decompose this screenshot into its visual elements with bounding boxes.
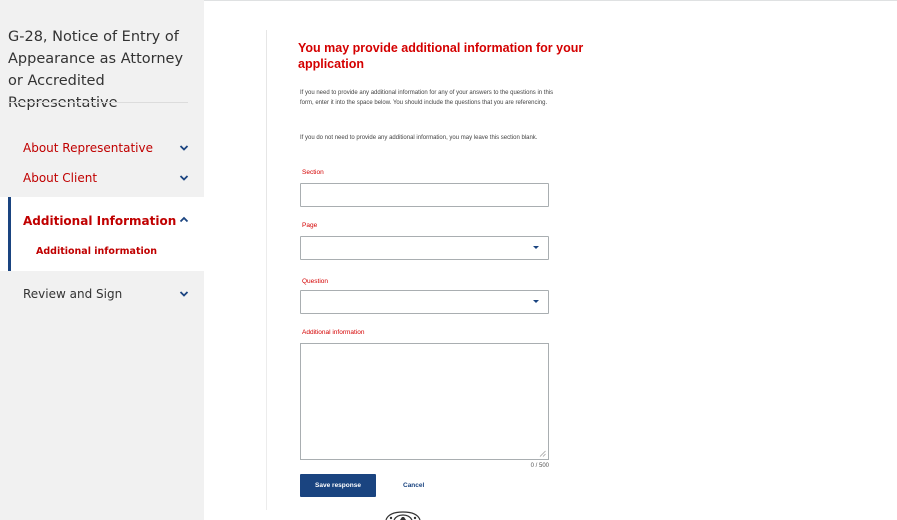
- sidebar-item-about-client[interactable]: About Client: [0, 163, 204, 193]
- content-divider: [266, 30, 267, 210]
- question-select[interactable]: [300, 290, 549, 314]
- form-title: G-28, Notice of Entry of Appearance as A…: [8, 29, 184, 111]
- page-title: You may provide additional information f…: [298, 41, 584, 71]
- sidebar-item-label: Review and Sign: [23, 287, 123, 301]
- page-select[interactable]: [300, 236, 549, 260]
- caret-down-icon: [533, 300, 539, 303]
- page-label: Page: [302, 222, 318, 229]
- sidebar-item-review-and-sign[interactable]: Review and Sign: [0, 279, 204, 309]
- section-input[interactable]: [300, 183, 549, 207]
- additional-information-label: Additional information: [302, 329, 365, 336]
- form-sidebar: G-28, Notice of Entry of Appearance as A…: [0, 0, 204, 520]
- dhs-seal-icon: [385, 511, 421, 520]
- question-label: Question: [302, 278, 329, 285]
- chevron-up-icon[interactable]: [178, 214, 190, 226]
- additional-information-textarea[interactable]: [300, 343, 549, 460]
- sidebar-item-additional-information[interactable]: [0, 197, 204, 271]
- save-response-button[interactable]: Save response: [300, 474, 376, 497]
- character-counter: 0 / 500: [530, 463, 549, 469]
- caret-down-icon: [533, 246, 539, 249]
- active-section-indicator: [8, 197, 11, 271]
- content-divider: [266, 210, 267, 510]
- sidebar-subitem-additional-information[interactable]: Additional information: [36, 246, 157, 257]
- chevron-down-icon: [179, 145, 189, 151]
- chevron-down-icon: [179, 175, 189, 181]
- instructions-paragraph: If you do not need to provide any additi…: [300, 135, 538, 141]
- sidebar-item-label[interactable]: Additional Information: [23, 214, 176, 228]
- sidebar-item-about-representative[interactable]: About Representative: [0, 133, 204, 163]
- cancel-link[interactable]: Cancel: [403, 482, 424, 489]
- sidebar-item-label: About Representative: [23, 141, 153, 155]
- chevron-down-icon: [179, 291, 189, 297]
- sidebar-item-label: About Client: [23, 171, 98, 185]
- resize-handle-icon[interactable]: [539, 450, 546, 457]
- sidebar-divider: [8, 102, 188, 103]
- section-label: Section: [302, 169, 324, 176]
- instructions-paragraph: If you need to provide any additional in…: [300, 90, 554, 106]
- page-top-border: [204, 0, 897, 1]
